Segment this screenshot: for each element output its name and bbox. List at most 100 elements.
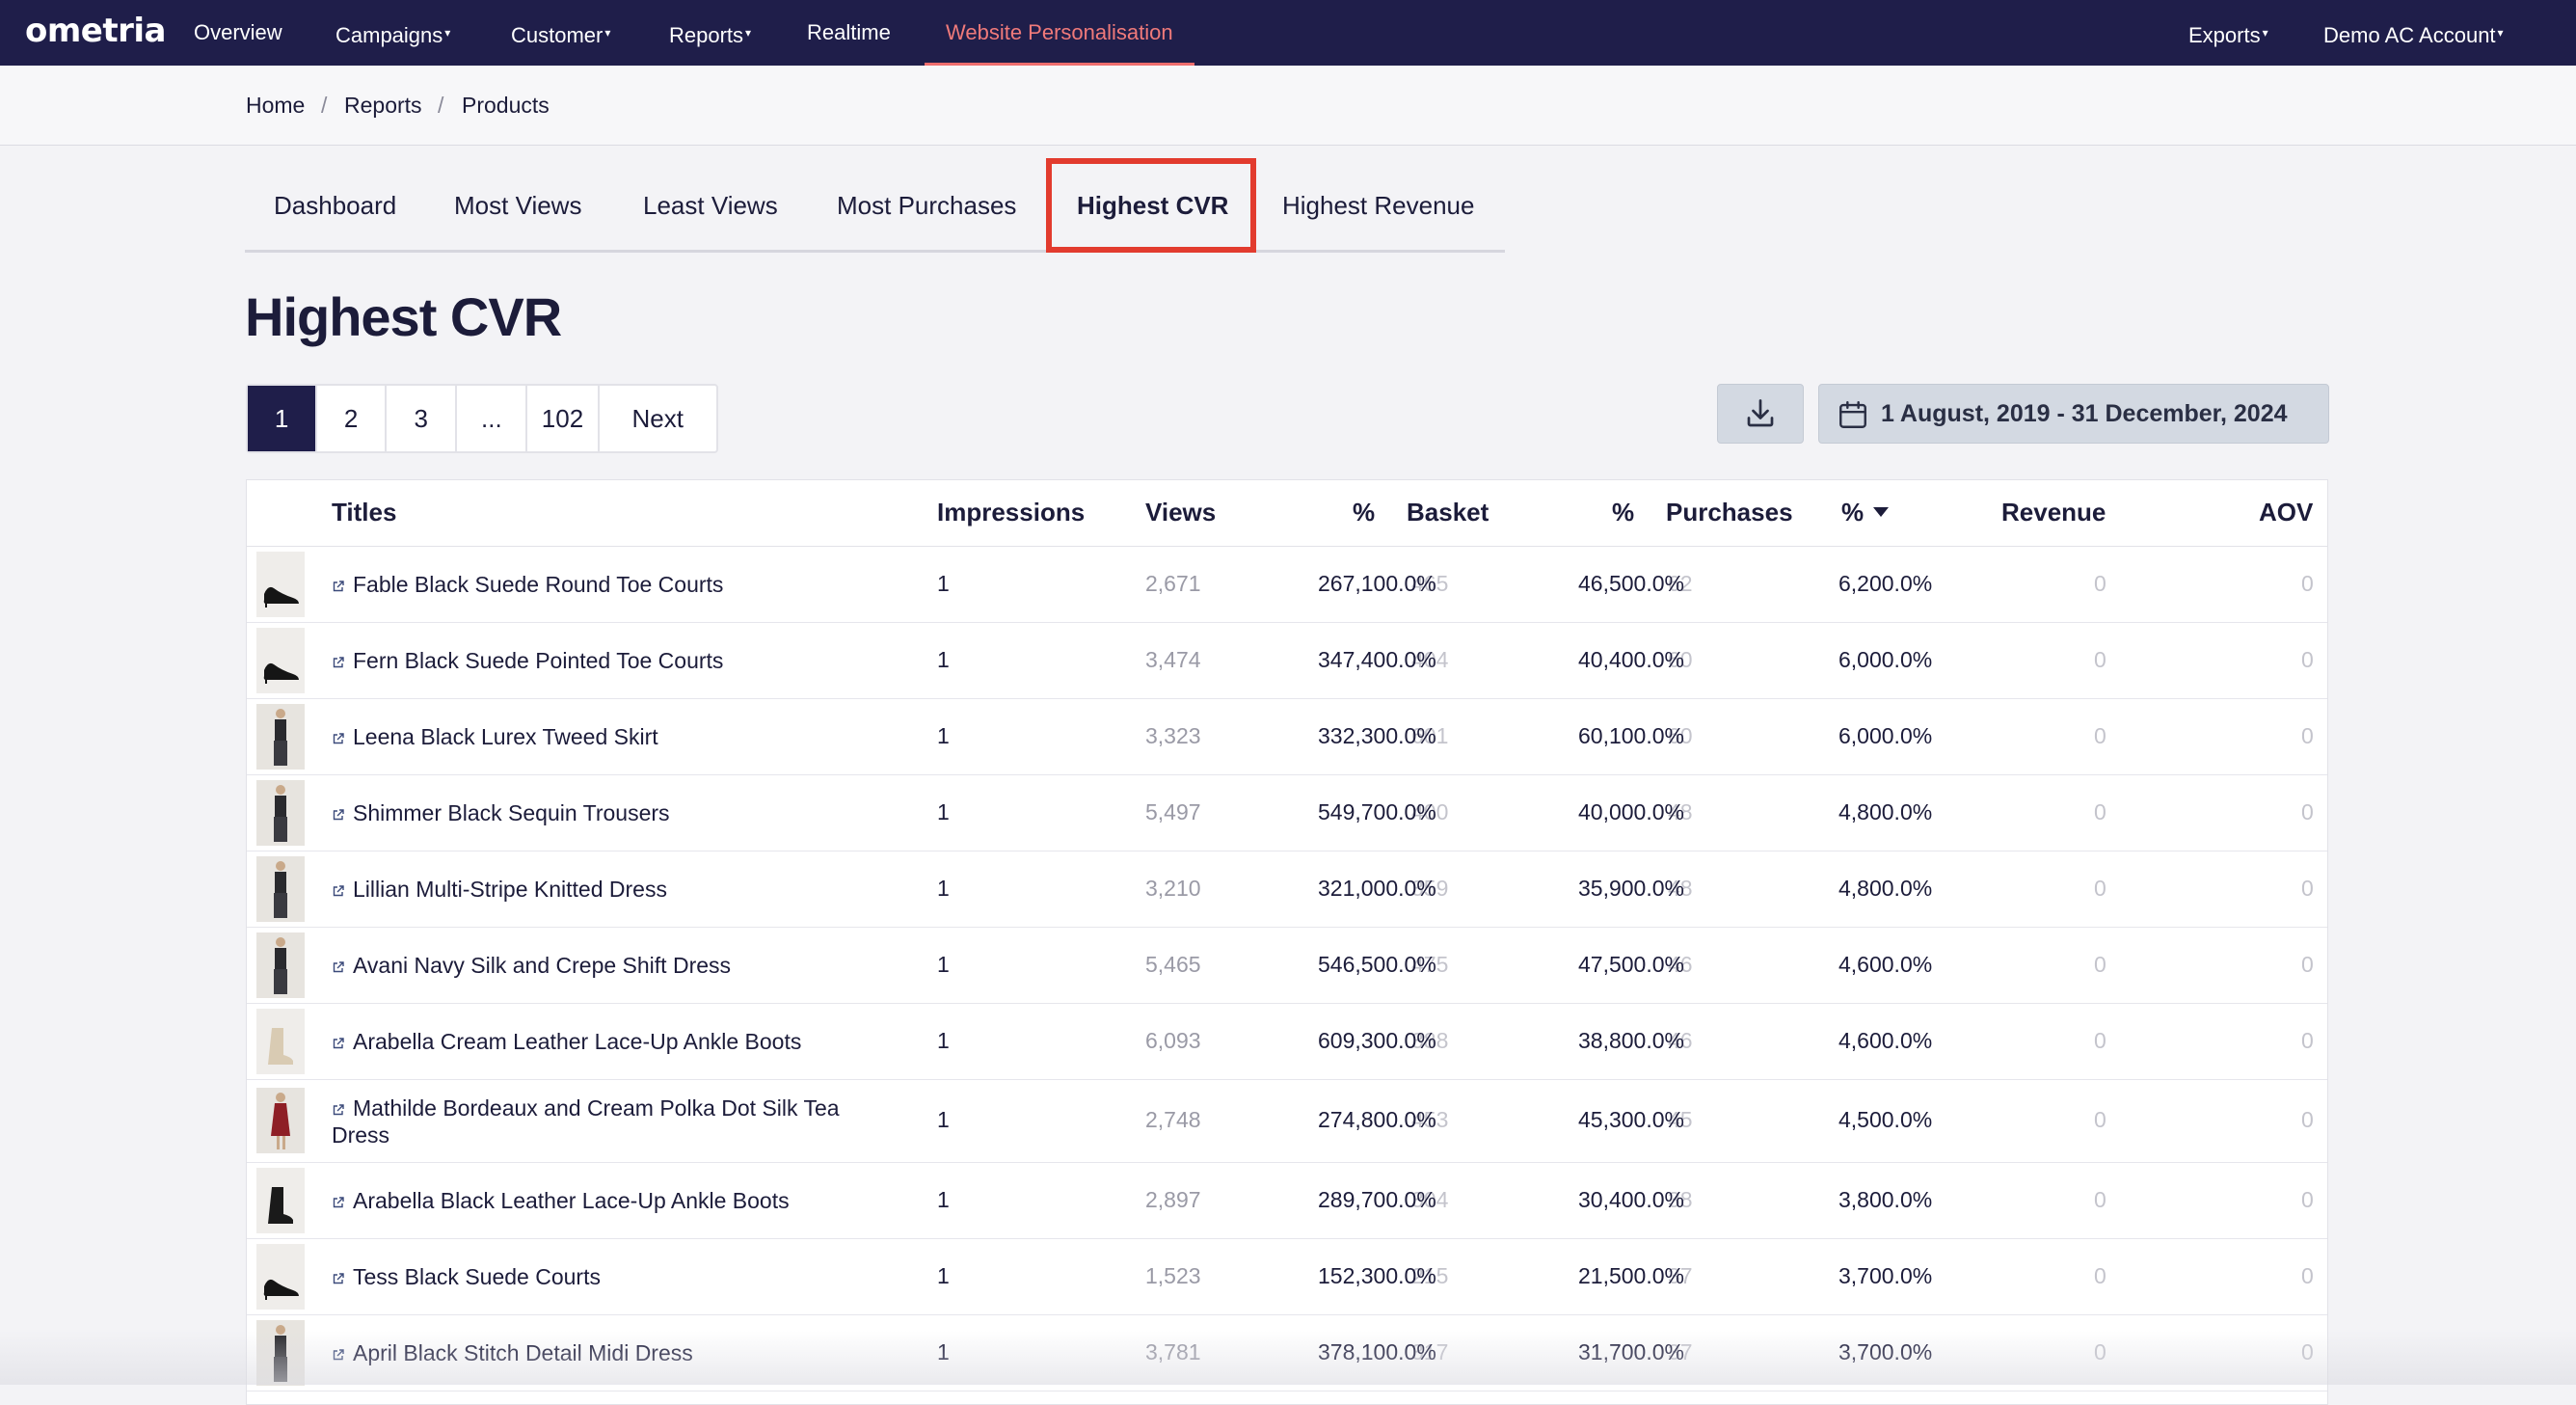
product-title-link[interactable]: Mathilde Bordeaux and Cream Polka Dot Si… — [332, 1094, 891, 1148]
aov-value: 0 — [2301, 799, 2314, 824]
page-ellipsis: ... — [457, 386, 528, 451]
views-pct-value: 609,300.0% — [1318, 1028, 1436, 1053]
product-title-link[interactable]: Arabella Cream Leather Lace-Up Ankle Boo… — [332, 1028, 891, 1055]
page-102-button[interactable]: 102 — [527, 386, 600, 451]
nav-exports[interactable]: Exports ▾ — [2188, 0, 2268, 66]
basket-pct-value: 40,000.0% — [1578, 799, 1684, 824]
table-row[interactable]: Leena Black Lurex Tweed Skirt 1 3,323 601 33… — [247, 698, 2327, 775]
column-header-basket[interactable]: Basket — [1407, 498, 1489, 527]
product-title-link[interactable]: Lillian Multi-Stripe Knitted Dress — [332, 876, 891, 903]
revenue-value: 0 — [2094, 952, 2106, 977]
column-header-views[interactable]: Views — [1145, 498, 1216, 527]
table-row[interactable]: Mathilde Bordeaux and Cream Polka Dot Si… — [247, 1079, 2327, 1163]
revenue-value: 0 — [2094, 1263, 2106, 1288]
tab-most-purchases[interactable]: Most Purchases — [837, 191, 1016, 221]
aov-value: 0 — [2301, 647, 2314, 672]
product-title-link[interactable]: Arabella Black Leather Lace-Up Ankle Boo… — [332, 1187, 891, 1214]
basket-pct-value: 47,500.0% — [1578, 952, 1684, 977]
external-link-icon — [333, 581, 344, 592]
table-row[interactable]: Tess Black Suede Courts 1 1,523 215 152,300.… — [247, 1238, 2327, 1315]
product-title-link[interactable]: Shimmer Black Sequin Trousers — [332, 799, 891, 826]
breadcrumb-products: Products — [462, 93, 550, 118]
table-row[interactable]: Arabella Black Leather Lace-Up Ankle Boo… — [247, 1162, 2327, 1239]
breadcrumb-reports[interactable]: Reports — [344, 93, 422, 119]
product-title: Tess Black Suede Courts — [353, 1264, 601, 1289]
basket-pct-value: 30,400.0% — [1578, 1187, 1684, 1212]
table-row[interactable]: Arabella Cream Leather Lace-Up Ankle Boo… — [247, 1003, 2327, 1080]
column-header-views-pct[interactable]: % — [1353, 498, 1375, 527]
caret-down-icon: ▾ — [2497, 26, 2504, 40]
column-header-revenue[interactable]: Revenue — [2001, 498, 2106, 527]
impressions-value: 1 — [937, 1187, 950, 1212]
product-title: Fable Black Suede Round Toe Courts — [353, 572, 724, 597]
download-button[interactable] — [1717, 384, 1804, 444]
product-title: Fern Black Suede Pointed Toe Courts — [353, 648, 724, 673]
basket-pct-value: 60,100.0% — [1578, 723, 1684, 748]
column-header-purchases-pct[interactable]: % — [1841, 498, 1890, 527]
ometria-logo[interactable]: ometria — [25, 12, 166, 50]
external-link-icon — [333, 885, 344, 897]
breadcrumb-home[interactable]: Home — [246, 93, 305, 119]
column-header-basket-pct[interactable]: % — [1612, 498, 1634, 527]
next-page-button[interactable]: Next — [600, 386, 716, 451]
external-link-icon — [333, 1197, 344, 1208]
views-pct-value: 267,100.0% — [1318, 571, 1436, 596]
product-title-link[interactable]: Fable Black Suede Round Toe Courts — [332, 571, 891, 598]
external-link-icon — [333, 1038, 344, 1049]
table-row[interactable]: Fern Black Suede Pointed Toe Courts 1 3,47… — [247, 622, 2327, 699]
purchases-pct-value: 4,800.0% — [1838, 876, 1933, 901]
nav-customer[interactable]: Customer ▾ — [511, 0, 610, 66]
basket-pct-value: 21,500.0% — [1578, 1263, 1684, 1288]
views-value: 5,465 — [1145, 952, 1201, 977]
table-row[interactable]: Fable Black Suede Round Toe Courts 1 2,671… — [247, 546, 2327, 623]
table-row[interactable]: Shimmer Black Sequin Trousers 1 5,497 400 54… — [247, 774, 2327, 851]
product-title-link[interactable]: Fern Black Suede Pointed Toe Courts — [332, 647, 891, 674]
views-value: 2,748 — [1145, 1107, 1201, 1132]
table-row[interactable]: Lillian Multi-Stripe Knitted Dress 1 3,210… — [247, 851, 2327, 928]
product-thumbnail — [256, 1009, 305, 1074]
purchases-pct-value: 6,000.0% — [1838, 723, 1933, 748]
column-header-aov[interactable]: AOV — [2259, 498, 2313, 527]
revenue-value: 0 — [2094, 1107, 2106, 1132]
external-link-icon — [333, 961, 344, 973]
impressions-value: 1 — [937, 799, 950, 824]
nav-account-menu[interactable]: Demo AC Account ▾ — [2323, 0, 2504, 66]
aov-value: 0 — [2301, 1107, 2314, 1132]
breadcrumb: Home / Reports / Products — [0, 66, 2576, 146]
page-3-button[interactable]: 3 — [387, 386, 458, 451]
tab-most-views[interactable]: Most Views — [454, 191, 581, 221]
tab-highest-revenue[interactable]: Highest Revenue — [1282, 191, 1474, 221]
table-row[interactable]: Avani Navy Silk and Crepe Shift Dress 1 5,… — [247, 927, 2327, 1004]
product-title: Leena Black Lurex Tweed Skirt — [353, 724, 658, 749]
column-header-titles[interactable]: Titles — [332, 498, 396, 527]
revenue-value: 0 — [2094, 1187, 2106, 1212]
nav-website-personalisation[interactable]: Website Personalisation — [925, 0, 1194, 66]
product-title-link[interactable]: Avani Navy Silk and Crepe Shift Dress — [332, 952, 891, 979]
external-link-icon — [333, 1273, 344, 1284]
aov-value: 0 — [2301, 952, 2314, 977]
nav-realtime[interactable]: Realtime — [807, 0, 891, 66]
column-header-impressions[interactable]: Impressions — [937, 498, 1085, 527]
views-pct-value: 549,700.0% — [1318, 799, 1436, 824]
nav-overview[interactable]: Overview — [194, 0, 282, 66]
product-thumbnail — [256, 1244, 305, 1310]
views-pct-value: 321,000.0% — [1318, 876, 1436, 901]
views-value: 3,210 — [1145, 876, 1201, 901]
page-1-button[interactable]: 1 — [248, 386, 318, 451]
aov-value: 0 — [2301, 1187, 2314, 1212]
nav-campaigns[interactable]: Campaigns ▾ — [335, 0, 450, 66]
views-pct-value: 152,300.0% — [1318, 1263, 1436, 1288]
date-range-picker[interactable]: 1 August, 2019 - 31 December, 2024 — [1818, 384, 2329, 444]
tab-dashboard[interactable]: Dashboard — [274, 191, 396, 221]
external-link-icon — [333, 733, 344, 744]
basket-pct-value: 35,900.0% — [1578, 876, 1684, 901]
column-header-purchases[interactable]: Purchases — [1666, 498, 1793, 527]
nav-reports[interactable]: Reports ▾ — [669, 0, 751, 66]
revenue-value: 0 — [2094, 876, 2106, 901]
product-title-link[interactable]: Leena Black Lurex Tweed Skirt — [332, 723, 891, 750]
product-title-link[interactable]: Tess Black Suede Courts — [332, 1263, 891, 1290]
page-2-button[interactable]: 2 — [317, 386, 388, 451]
views-value: 3,474 — [1145, 647, 1201, 672]
tab-least-views[interactable]: Least Views — [643, 191, 778, 221]
views-pct-value: 347,400.0% — [1318, 647, 1436, 672]
